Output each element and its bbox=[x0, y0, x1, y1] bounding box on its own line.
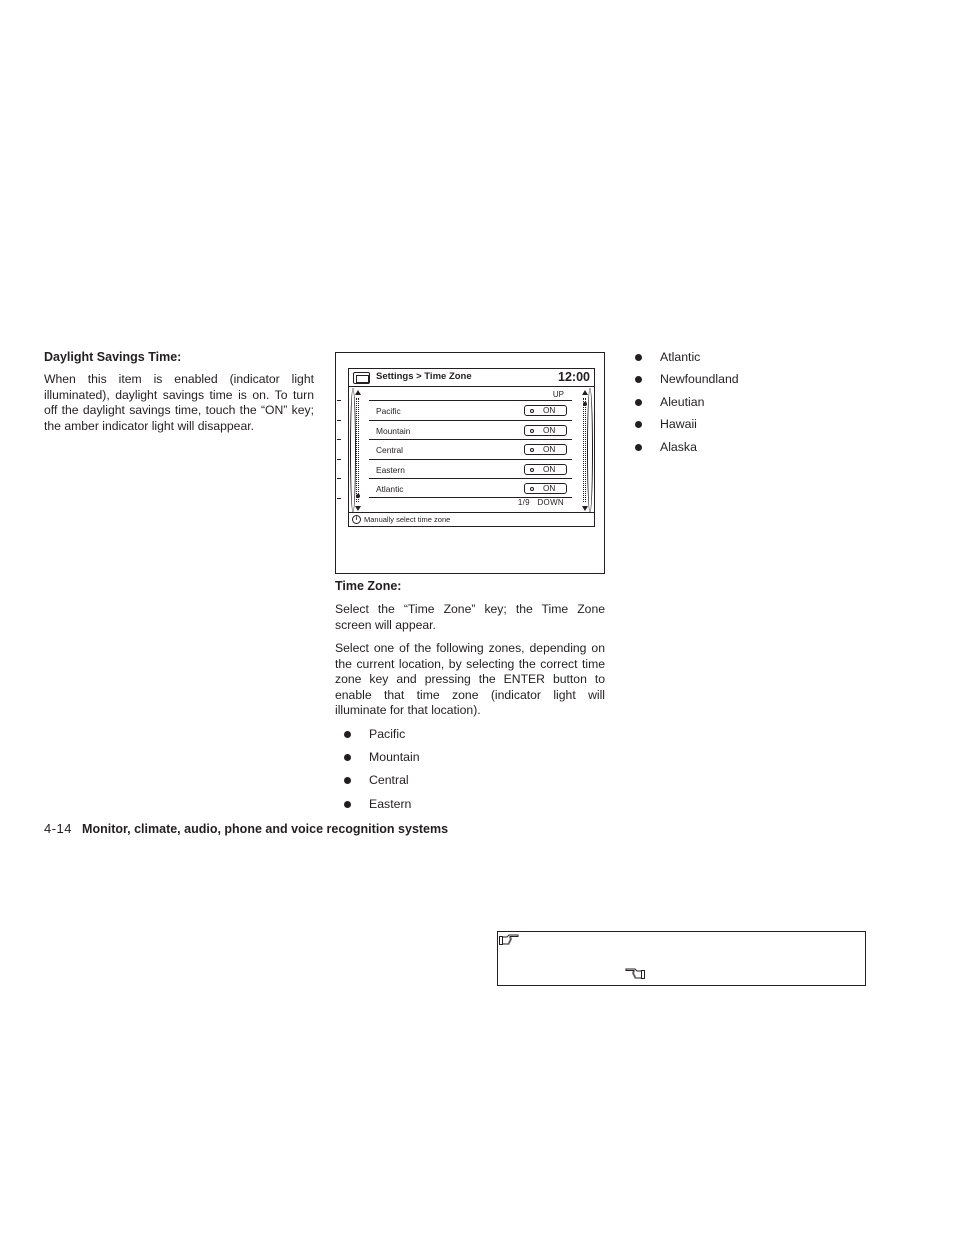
down-button[interactable]: DOWN bbox=[537, 498, 564, 507]
settings-screen-icon bbox=[353, 372, 370, 384]
scroll-down-arrow-icon[interactable] bbox=[582, 506, 588, 511]
screen-header: Settings > Time Zone 12:00 bbox=[349, 369, 594, 387]
pointing-hand-right-icon bbox=[499, 934, 519, 945]
left-scrollbar[interactable] bbox=[352, 388, 364, 513]
time-zone-row[interactable]: Atlantic ON bbox=[369, 478, 572, 498]
list-item-text: Newfoundland bbox=[660, 372, 739, 387]
on-toggle[interactable]: ON bbox=[524, 405, 567, 416]
screen-hint-text: Manually select time zone bbox=[364, 515, 451, 524]
scroll-thumb[interactable] bbox=[356, 494, 360, 498]
scroll-thumb[interactable] bbox=[583, 402, 587, 406]
toggle-label: ON bbox=[543, 464, 556, 474]
scroll-track bbox=[583, 398, 586, 502]
list-item: Pacific bbox=[343, 727, 420, 750]
screen-edge-tick bbox=[337, 478, 341, 479]
list-item: Eastern bbox=[343, 797, 420, 820]
time-zone-paragraph-2: Select one of the following zones, depen… bbox=[335, 641, 605, 718]
toggle-label: ON bbox=[543, 484, 556, 493]
scroll-up-arrow-icon[interactable] bbox=[355, 390, 361, 395]
time-zone-row[interactable]: Eastern ON bbox=[369, 458, 572, 479]
page-number: 4-14 bbox=[44, 821, 73, 836]
down-indicator: 1/9 DOWN bbox=[518, 498, 564, 507]
indicator-light-icon bbox=[530, 409, 534, 413]
toggle-label: ON bbox=[543, 406, 556, 415]
indicator-light-icon bbox=[530, 467, 534, 472]
note-box bbox=[497, 931, 866, 986]
time-zone-list-1: Pacific Mountain Central Eastern bbox=[343, 727, 420, 820]
daylight-savings-heading: Daylight Savings Time: bbox=[44, 350, 182, 364]
list-item-text: Mountain bbox=[369, 750, 420, 765]
screen-edge-tick bbox=[337, 419, 341, 421]
list-item: Aleutian bbox=[634, 395, 739, 417]
scroll-down-arrow-icon[interactable] bbox=[355, 506, 361, 511]
page-indicator: 1/9 bbox=[517, 498, 530, 507]
bullet-icon bbox=[344, 754, 351, 762]
daylight-savings-paragraph: When this item is enabled (indicator lig… bbox=[44, 372, 314, 433]
bullet-icon bbox=[344, 800, 351, 808]
list-item-text: Eastern bbox=[369, 796, 412, 811]
on-toggle[interactable]: ON bbox=[524, 444, 567, 455]
list-item: Alaska bbox=[634, 440, 739, 462]
bullet-icon bbox=[635, 421, 642, 429]
time-zone-heading: Time Zone: bbox=[335, 579, 402, 593]
list-item-text: Atlantic bbox=[660, 350, 701, 364]
indicator-light-icon bbox=[530, 428, 534, 433]
indicator-light-icon bbox=[530, 487, 534, 491]
info-icon: i bbox=[352, 515, 361, 524]
list-item-text: Central bbox=[369, 773, 409, 788]
list-item: Mountain bbox=[343, 750, 420, 773]
screen-edge-tick bbox=[337, 458, 341, 460]
on-toggle[interactable]: ON bbox=[524, 483, 567, 494]
time-zone-label: Central bbox=[376, 445, 403, 455]
list-item: Hawaii bbox=[634, 417, 739, 439]
bullet-icon bbox=[635, 376, 642, 384]
indicator-light-icon bbox=[530, 448, 534, 452]
time-zone-row[interactable]: Mountain ON bbox=[369, 419, 572, 440]
pointing-hand-left-icon bbox=[625, 968, 645, 979]
screen-footer: i Manually select time zone bbox=[349, 512, 594, 526]
list-item: Central bbox=[343, 773, 420, 796]
section-title: Monitor, climate, audio, phone and voice… bbox=[82, 822, 449, 836]
bullet-icon bbox=[344, 777, 351, 785]
up-button[interactable]: UP bbox=[553, 390, 564, 399]
toggle-label: ON bbox=[543, 445, 556, 454]
bullet-icon bbox=[635, 398, 642, 406]
screen-title: Settings > Time Zone bbox=[376, 371, 472, 382]
time-zone-list-2: Atlantic Newfoundland Aleutian Hawaii Al… bbox=[634, 350, 739, 462]
scroll-up-arrow-icon[interactable] bbox=[582, 390, 588, 395]
page-footer: 4-14 Monitor, climate, audio, phone and v… bbox=[44, 821, 448, 836]
list-item-text: Alaska bbox=[660, 439, 697, 454]
bullet-icon bbox=[344, 731, 351, 738]
list-item: Newfoundland bbox=[634, 372, 739, 394]
screen-clock: 12:00 bbox=[558, 370, 590, 384]
time-zone-label: Mountain bbox=[376, 425, 411, 436]
list-item-text: Aleutian bbox=[660, 394, 705, 409]
time-zone-label: Atlantic bbox=[376, 484, 404, 494]
screen-edge-tick bbox=[337, 497, 341, 499]
bullet-icon bbox=[635, 354, 642, 361]
time-zone-screen-figure: Settings > Time Zone 12:00 UP Pacific ON… bbox=[335, 352, 605, 574]
time-zone-row[interactable]: Pacific ON bbox=[369, 400, 572, 420]
time-zone-row[interactable]: Central ON bbox=[369, 439, 572, 459]
time-zone-paragraph-1: Select the “Time Zone” key; the Time Zon… bbox=[335, 602, 605, 632]
list-item-text: Pacific bbox=[369, 727, 406, 741]
toggle-label: ON bbox=[543, 425, 556, 435]
nav-screen: Settings > Time Zone 12:00 UP Pacific ON… bbox=[337, 368, 595, 527]
scroll-track bbox=[356, 398, 359, 502]
on-toggle[interactable]: ON bbox=[524, 424, 567, 436]
list-item: Atlantic bbox=[634, 350, 739, 372]
list-item-text: Hawaii bbox=[660, 417, 697, 432]
on-toggle[interactable]: ON bbox=[524, 463, 567, 475]
screen-edge-tick bbox=[337, 439, 341, 440]
time-zone-label: Eastern bbox=[376, 464, 405, 475]
screen-edge-tick bbox=[337, 400, 341, 401]
bullet-icon bbox=[635, 443, 642, 451]
time-zone-label: Pacific bbox=[376, 406, 401, 416]
right-scrollbar[interactable] bbox=[579, 388, 591, 513]
